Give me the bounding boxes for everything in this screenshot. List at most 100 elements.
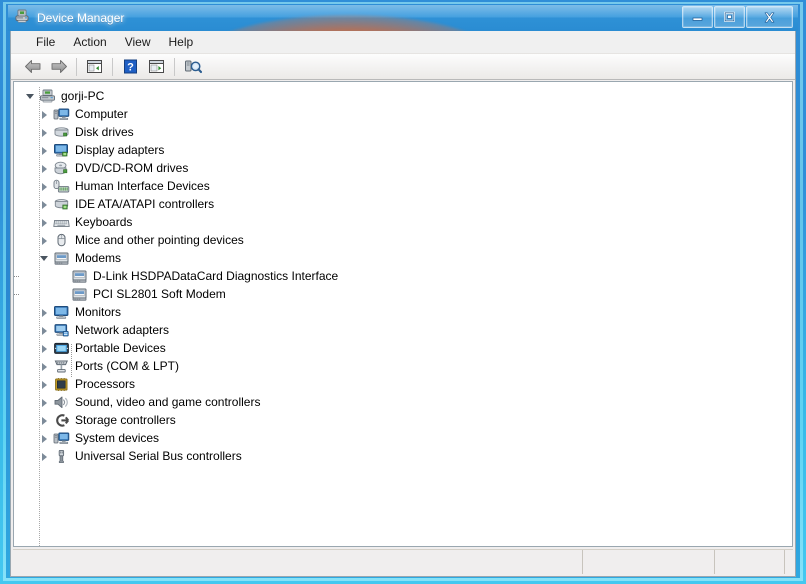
expander-ports-icon[interactable] xyxy=(38,357,52,375)
expander-mice-icon[interactable] xyxy=(38,231,52,249)
tree-node-storage-controllers[interactable]: Storage controllers xyxy=(22,411,792,429)
svg-text:?: ? xyxy=(127,62,134,74)
expander-computer-icon[interactable] xyxy=(38,105,52,123)
tree-connector xyxy=(14,267,23,285)
minimize-button[interactable] xyxy=(682,6,713,28)
tree-node-root-label: gorji-PC xyxy=(61,89,105,103)
ide-controller-icon xyxy=(52,196,70,212)
expander-storage-controllers-icon[interactable] xyxy=(38,411,52,429)
tree-node-monitors[interactable]: Monitors xyxy=(22,303,792,321)
modem-icon xyxy=(70,286,88,302)
modem-icon xyxy=(52,250,70,266)
tree-node-usb-controllers[interactable]: Universal Serial Bus controllers xyxy=(22,447,792,465)
tree-node-sound[interactable]: Sound, video and game controllers xyxy=(22,393,792,411)
tree-node-pci-modem-label: PCI SL2801 Soft Modem xyxy=(93,287,226,301)
tree-node-mice[interactable]: Mice and other pointing devices xyxy=(22,231,792,249)
title-bar[interactable]: Device Manager xyxy=(8,5,798,31)
menu-view[interactable]: View xyxy=(116,32,160,53)
title-bar-left: Device Manager xyxy=(14,5,124,31)
toolbar-separator-2 xyxy=(112,57,113,76)
tree-node-ide-controllers-label: IDE ATA/ATAPI controllers xyxy=(75,197,215,211)
dvd-drive-icon xyxy=(52,160,70,176)
tree-node-ide-controllers[interactable]: IDE ATA/ATAPI controllers xyxy=(22,195,792,213)
tree-node-disk-drives[interactable]: Disk drives xyxy=(22,123,792,141)
toolbar-separator-3 xyxy=(174,57,175,76)
forward-button[interactable] xyxy=(46,55,71,78)
expander-usb-controllers-icon[interactable] xyxy=(38,447,52,465)
properties-panel-icon xyxy=(149,60,164,73)
tree-node-portable-devices-label: Portable Devices xyxy=(75,341,166,355)
tree-spine-line xyxy=(39,87,40,546)
menu-file[interactable]: File xyxy=(27,32,64,53)
tree-node-display-adapters-label: Display adapters xyxy=(75,143,165,157)
modem-icon xyxy=(70,268,88,284)
monitor-icon xyxy=(52,304,70,320)
tree-node-ports[interactable]: Ports (COM & LPT) xyxy=(22,357,792,375)
properties-button[interactable] xyxy=(144,55,169,78)
expander-portable-devices-icon[interactable] xyxy=(38,339,52,357)
tree-node-network-adapters-label: Network adapters xyxy=(75,323,170,337)
sound-icon xyxy=(52,394,70,410)
client-area: File Action View Help ? gorji-PC Compute… xyxy=(10,31,796,577)
help-button[interactable]: ? xyxy=(118,55,143,78)
close-button[interactable] xyxy=(746,6,793,28)
tree-node-disk-drives-label: Disk drives xyxy=(75,125,134,139)
tree-node-keyboards[interactable]: Keyboards xyxy=(22,213,792,231)
tree-node-root[interactable]: gorji-PC xyxy=(22,87,792,105)
tree-node-storage-controllers-label: Storage controllers xyxy=(75,413,176,427)
processor-icon xyxy=(52,376,70,392)
keyboard-icon xyxy=(52,214,70,230)
menu-help[interactable]: Help xyxy=(160,32,203,53)
expander-disk-drives-icon[interactable] xyxy=(38,123,52,141)
expander-display-adapters-icon[interactable] xyxy=(38,141,52,159)
tree-node-system-devices[interactable]: System devices xyxy=(22,429,792,447)
expander-sound-icon[interactable] xyxy=(38,393,52,411)
device-manager-window: Device Manager File Action View Help ? g… xyxy=(0,0,806,584)
storage-controller-icon xyxy=(52,412,70,428)
expander-hid-icon[interactable] xyxy=(38,177,52,195)
expander-keyboards-icon[interactable] xyxy=(38,213,52,231)
tree-node-dlink-modem[interactable]: D-Link HSDPADataCard Diagnostics Interfa… xyxy=(14,267,792,285)
tree-node-network-adapters[interactable]: Network adapters xyxy=(22,321,792,339)
disk-drive-icon xyxy=(52,124,70,140)
toolbar: ? xyxy=(11,54,795,80)
mouse-icon xyxy=(52,232,70,248)
menu-action[interactable]: Action xyxy=(64,32,115,53)
expander-system-devices-icon[interactable] xyxy=(38,429,52,447)
device-manager-icon xyxy=(14,8,30,29)
status-pane-2 xyxy=(583,550,715,574)
tree-connector xyxy=(14,285,23,303)
network-adapter-icon xyxy=(52,322,70,338)
tree-node-processors[interactable]: Processors xyxy=(22,375,792,393)
expander-root-icon[interactable] xyxy=(24,87,38,105)
tree-node-portable-devices[interactable]: Portable Devices xyxy=(22,339,792,357)
show-hide-tree-button[interactable] xyxy=(82,55,107,78)
tree-node-modems[interactable]: Modems xyxy=(22,249,792,267)
tree-node-hid[interactable]: Human Interface Devices xyxy=(22,177,792,195)
tree-node-display-adapters[interactable]: Display adapters xyxy=(22,141,792,159)
tree-node-pci-modem[interactable]: PCI SL2801 Soft Modem xyxy=(14,285,792,303)
tree-node-monitors-label: Monitors xyxy=(75,305,122,319)
tree-node-computer[interactable]: Computer xyxy=(22,105,792,123)
tree-node-hid-label: Human Interface Devices xyxy=(75,179,210,193)
tree-node-dvd-drives-label: DVD/CD-ROM drives xyxy=(75,161,189,175)
expander-processors-icon[interactable] xyxy=(38,375,52,393)
expander-ide-controllers-icon[interactable] xyxy=(38,195,52,213)
tree-node-computer-label: Computer xyxy=(75,107,128,121)
expander-modems-icon[interactable] xyxy=(38,249,52,267)
expander-monitors-icon[interactable] xyxy=(38,303,52,321)
scan-hardware-button[interactable] xyxy=(180,55,205,78)
usb-icon xyxy=(52,448,70,464)
device-tree: gorji-PC Computer Disk drives Display ad… xyxy=(14,82,792,465)
tree-node-system-devices-label: System devices xyxy=(75,431,160,445)
expander-network-adapters-icon[interactable] xyxy=(38,321,52,339)
expander-dvd-drives-icon[interactable] xyxy=(38,159,52,177)
back-button[interactable] xyxy=(20,55,45,78)
console-tree-icon xyxy=(87,60,102,73)
device-tree-panel[interactable]: gorji-PC Computer Disk drives Display ad… xyxy=(13,81,793,547)
tree-node-dvd-drives[interactable]: DVD/CD-ROM drives xyxy=(22,159,792,177)
tree-node-ports-label: Ports (COM & LPT) xyxy=(75,359,180,373)
maximize-button[interactable] xyxy=(714,6,745,28)
tree-node-dlink-modem-label: D-Link HSDPADataCard Diagnostics Interfa… xyxy=(93,269,339,283)
help-question-icon: ? xyxy=(124,59,137,74)
